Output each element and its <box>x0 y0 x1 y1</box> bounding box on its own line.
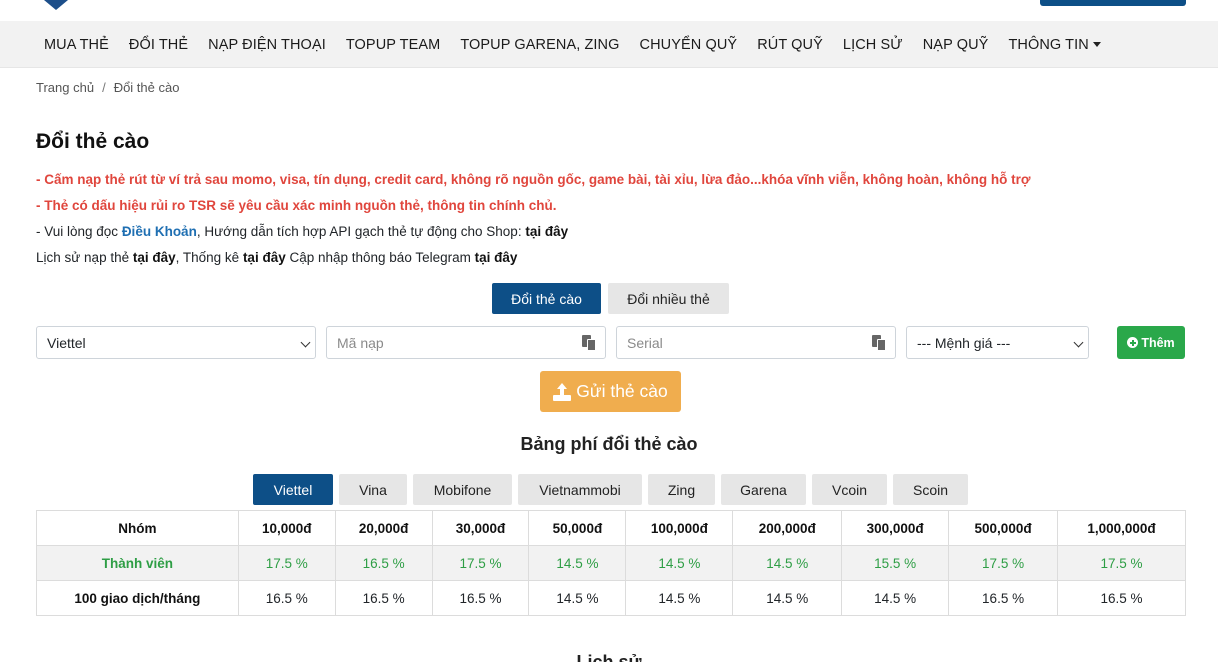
table-cell: 100 giao dịch/tháng <box>36 580 239 616</box>
table-cell: 16.5 % <box>334 545 433 581</box>
header-cell: Nhóm <box>36 510 239 546</box>
table-cell: 14.5 % <box>732 545 843 581</box>
header-cell: 1,000,000đ <box>1057 510 1186 546</box>
history-link[interactable]: tại đây <box>133 250 176 265</box>
code-input-placeholder: Mã nạp <box>337 334 384 351</box>
page-title: Đổi thẻ cào <box>36 130 150 153</box>
table-cell: 14.5 % <box>732 580 843 616</box>
chevron-down-icon <box>300 337 311 348</box>
provider-tab-zing[interactable]: Zing <box>648 474 715 505</box>
main-navbar: MUA THẺ ĐỔI THẺ NẠP ĐIỆN THOẠI TOPUP TEA… <box>0 21 1218 68</box>
header-cell: 10,000đ <box>237 510 336 546</box>
nav-mua-the[interactable]: MUA THẺ <box>34 37 119 53</box>
plus-circle-icon <box>1127 337 1139 348</box>
logo[interactable] <box>44 0 68 10</box>
table-cell: 14.5 % <box>625 580 734 616</box>
add-card-label: Thêm <box>1141 335 1175 350</box>
paste-icon[interactable] <box>582 335 596 351</box>
serial-input-placeholder: Serial <box>627 334 663 351</box>
terms-link[interactable]: Điều Khoản <box>122 224 197 239</box>
amount-select[interactable]: --- Mệnh giá --- <box>906 326 1089 359</box>
stats-text: , Thống kê <box>175 250 243 265</box>
telegram-text: Cập nhập thông báo Telegram <box>285 250 475 265</box>
api-guide-link[interactable]: tại đây <box>525 224 568 239</box>
fee-table-title: Bảng phí đổi thẻ cào <box>520 434 698 454</box>
table-cell: 14.5 % <box>625 545 734 581</box>
warning-note-1: - Cấm nạp thẻ rút từ ví trả sau momo, vi… <box>36 172 1031 187</box>
api-guide-text: , Hướng dẫn tích hợp API gạch thẻ tự độn… <box>196 224 526 239</box>
fee-table: Nhóm 10,000đ 20,000đ 30,000đ 50,000đ 100… <box>36 510 1186 616</box>
header-cell: 30,000đ <box>431 510 530 546</box>
tab-single-card[interactable]: Đổi thẻ cào <box>492 283 601 314</box>
table-cell: 16.5 % <box>948 580 1059 616</box>
warning-note-2: - Thẻ có dấu hiệu rủi ro TSR sẽ yêu cầu … <box>36 198 557 213</box>
table-cell: 16.5 % <box>334 580 433 616</box>
serial-input[interactable]: Serial <box>616 326 896 359</box>
nav-rut-quy[interactable]: RÚT QUỸ <box>747 37 833 53</box>
provider-tab-scoin[interactable]: Scoin <box>893 474 968 505</box>
submit-card-label: Gửi thẻ cào <box>576 381 668 401</box>
add-card-button[interactable]: Thêm <box>1117 326 1185 359</box>
header-cell: 100,000đ <box>625 510 734 546</box>
breadcrumb: Trang chủ / Đổi thẻ cào <box>36 80 179 95</box>
telco-select-value: Viettel <box>47 334 86 351</box>
telco-select[interactable]: Viettel <box>36 326 316 359</box>
top-header <box>0 0 1218 21</box>
header-cell: 300,000đ <box>841 510 950 546</box>
nav-lich-su[interactable]: LỊCH SỬ <box>833 37 913 53</box>
tab-multi-card[interactable]: Đổi nhiều thẻ <box>608 283 729 314</box>
table-cell: 14.5 % <box>841 580 950 616</box>
nav-topup-team[interactable]: TOPUP TEAM <box>336 37 450 53</box>
table-cell: 16.5 % <box>431 580 530 616</box>
provider-tab-mobifone[interactable]: Mobifone <box>413 474 512 505</box>
table-cell: 16.5 % <box>1057 580 1186 616</box>
paste-icon[interactable] <box>872 335 886 351</box>
table-cell: 15.5 % <box>841 545 950 581</box>
nav-nap-quy[interactable]: NẠP QUỸ <box>913 37 999 53</box>
nav-thong-tin[interactable]: THÔNG TIN <box>998 37 1110 53</box>
upload-icon <box>553 382 572 401</box>
table-cell: 17.5 % <box>431 545 530 581</box>
breadcrumb-home[interactable]: Trang chủ <box>36 80 94 95</box>
history-section-title: Lịch sử <box>576 652 642 662</box>
history-text: Lịch sử nạp thẻ <box>36 250 133 265</box>
terms-prefix: - Vui lòng đọc <box>36 224 122 239</box>
amount-select-value: --- Mệnh giá --- <box>917 334 1011 351</box>
nav-thong-tin-label: THÔNG TIN <box>1008 36 1089 53</box>
header-cell: 20,000đ <box>334 510 433 546</box>
stats-link[interactable]: tại đây <box>243 250 286 265</box>
nav-nap-dien-thoai[interactable]: NẠP ĐIỆN THOẠI <box>198 37 336 53</box>
terms-note: - Vui lòng đọc Điều Khoản, Hướng dẫn tíc… <box>36 224 568 239</box>
header-cell: 500,000đ <box>948 510 1059 546</box>
nav-topup-garena-zing[interactable]: TOPUP GARENA, ZING <box>450 37 629 53</box>
table-row: 100 giao dịch/tháng 16.5 % 16.5 % 16.5 %… <box>36 580 1186 616</box>
header-cell: 200,000đ <box>732 510 843 546</box>
breadcrumb-separator: / <box>102 80 106 95</box>
provider-tab-vina[interactable]: Vina <box>339 474 407 505</box>
table-cell: 17.5 % <box>948 545 1059 581</box>
table-cell: Thành viên <box>36 545 239 581</box>
code-input[interactable]: Mã nạp <box>326 326 606 359</box>
chevron-down-icon <box>1073 337 1084 348</box>
breadcrumb-current: Đổi thẻ cào <box>113 80 180 95</box>
account-button[interactable] <box>1040 0 1186 6</box>
table-cell: 14.5 % <box>528 580 627 616</box>
table-cell: 16.5 % <box>237 580 336 616</box>
provider-tab-garena[interactable]: Garena <box>721 474 806 505</box>
header-cell: 50,000đ <box>528 510 627 546</box>
nav-chuyen-quy[interactable]: CHUYỂN QUỸ <box>630 37 748 53</box>
provider-tab-vcoin[interactable]: Vcoin <box>812 474 887 505</box>
submit-card-button[interactable]: Gửi thẻ cào <box>540 371 681 412</box>
fee-table-header: Nhóm 10,000đ 20,000đ 30,000đ 50,000đ 100… <box>36 510 1186 546</box>
table-cell: 17.5 % <box>1057 545 1186 581</box>
caret-down-icon <box>1092 42 1101 48</box>
history-note: Lịch sử nạp thẻ tại đây, Thống kê tại đâ… <box>36 250 517 265</box>
provider-tab-viettel[interactable]: Viettel <box>253 474 333 505</box>
table-cell: 14.5 % <box>528 545 627 581</box>
nav-doi-the[interactable]: ĐỔI THẺ <box>119 37 198 53</box>
provider-tab-vietnammobi[interactable]: Vietnammobi <box>518 474 642 505</box>
table-row: Thành viên 17.5 % 16.5 % 17.5 % 14.5 % 1… <box>36 545 1186 581</box>
telegram-link[interactable]: tại đây <box>475 250 518 265</box>
table-cell: 17.5 % <box>237 545 336 581</box>
